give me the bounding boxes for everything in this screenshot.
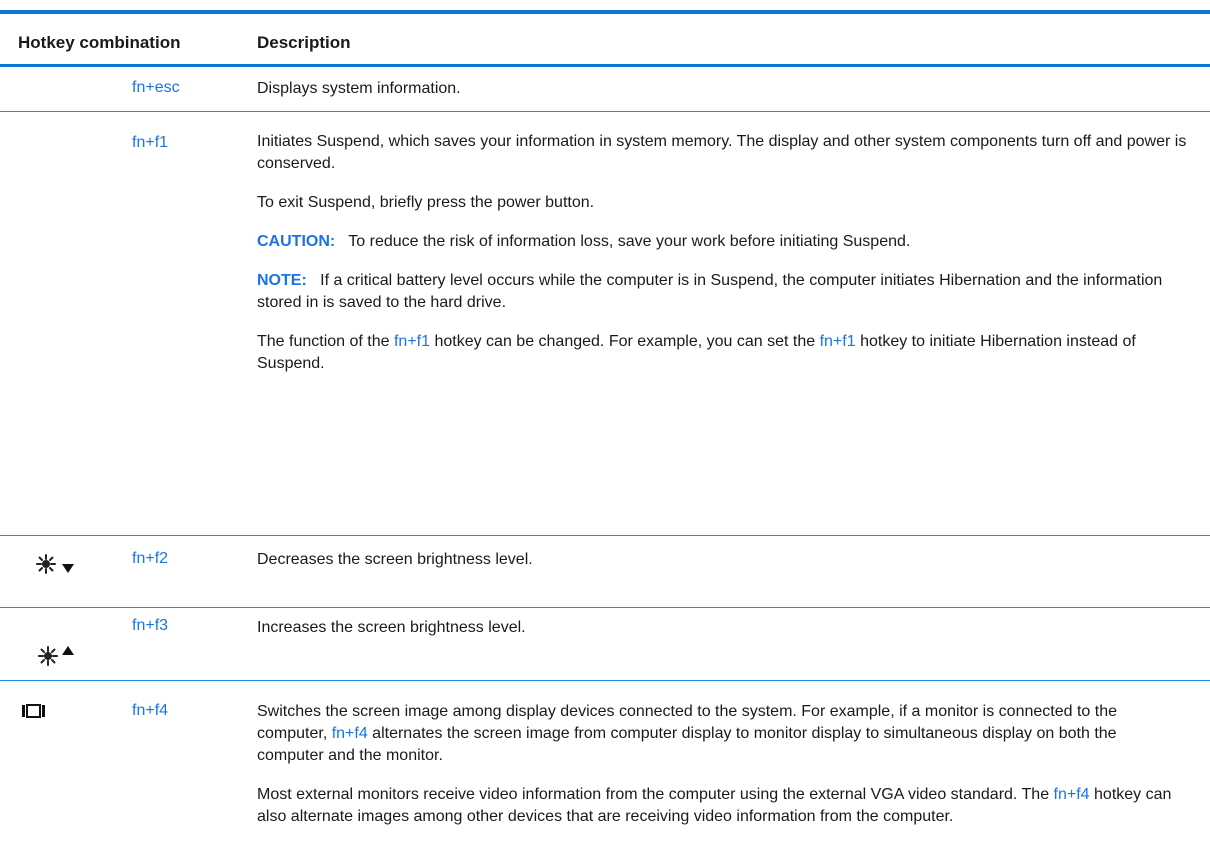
brightness-up-icon: [38, 644, 84, 671]
description-fn-f3: Increases the screen brightness level.: [257, 619, 526, 636]
table-header: Hotkey combination Description: [0, 14, 1210, 67]
hotkey-table-page: Hotkey combination Description fn+esc Di…: [0, 0, 1210, 852]
hotkey-fn-esc[interactable]: fn+esc: [132, 79, 180, 97]
hotkey-fn-f1[interactable]: fn+f1: [132, 134, 168, 152]
fn-f4-link-1[interactable]: fn+f4: [332, 725, 368, 742]
hotkey-fn-f2[interactable]: fn+f2: [132, 550, 168, 568]
switch-display-text-b: alternates the screen image from compute…: [257, 725, 1117, 764]
note-text: If a critical battery level occurs while…: [257, 272, 1163, 311]
description-fn-f2: Decreases the screen brightness level.: [257, 551, 533, 568]
table-row-fn-f2: fn+f2 Decreases the screen brightness le…: [0, 536, 1210, 608]
brightness-down-icon: [36, 554, 82, 581]
table-row-fn-esc: fn+esc Displays system information.: [0, 67, 1210, 112]
caution-label: CAUTION:: [257, 233, 336, 250]
description-fn-f4: Switches the screen image among display …: [257, 701, 1187, 845]
vga-paragraph: Most external monitors receive video inf…: [257, 784, 1187, 828]
table-row-fn-f1: fn+f1 Initiates Suspend, which saves you…: [0, 112, 1210, 536]
hotkey-fn-f4[interactable]: fn+f4: [132, 702, 168, 720]
hotkey-fn-f3[interactable]: fn+f3: [132, 617, 168, 635]
fn-f1-link-1[interactable]: fn+f1: [394, 333, 430, 350]
vga-text-a: Most external monitors receive video inf…: [257, 786, 1054, 803]
description-fn-f1: Initiates Suspend, which saves your info…: [257, 131, 1187, 392]
header-description: Description: [257, 33, 351, 52]
note-label: NOTE:: [257, 272, 307, 289]
display-switch-icon: [22, 704, 46, 723]
switch-display-paragraph: Switches the screen image among display …: [257, 701, 1187, 767]
caution-paragraph: CAUTION: To reduce the risk of informati…: [257, 231, 1187, 253]
caution-text: To reduce the risk of information loss, …: [348, 233, 911, 250]
exit-suspend-text: To exit Suspend, briefly press the power…: [257, 194, 595, 211]
table-row-fn-f3: fn+f3 Increases the screen brightness le…: [0, 608, 1210, 681]
moon-icon: [20, 134, 62, 169]
table-row-fn-f4: fn+f4 Switches the screen image among di…: [0, 681, 1210, 852]
suspend-description: Initiates Suspend, which saves your info…: [257, 133, 1187, 172]
header-hotkey-combination: Hotkey combination: [18, 33, 181, 52]
description-fn-esc: Displays system information.: [257, 80, 461, 97]
fn-f4-link-2[interactable]: fn+f4: [1054, 786, 1090, 803]
fn-f1-link-2[interactable]: fn+f1: [820, 333, 856, 350]
function-change-text-b: hotkey can be changed. For example, you …: [430, 333, 820, 350]
note-paragraph: NOTE: If a critical battery level occurs…: [257, 270, 1187, 314]
function-change-text-a: The function of the: [257, 333, 394, 350]
function-change-paragraph: The function of the fn+f1 hotkey can be …: [257, 331, 1187, 375]
